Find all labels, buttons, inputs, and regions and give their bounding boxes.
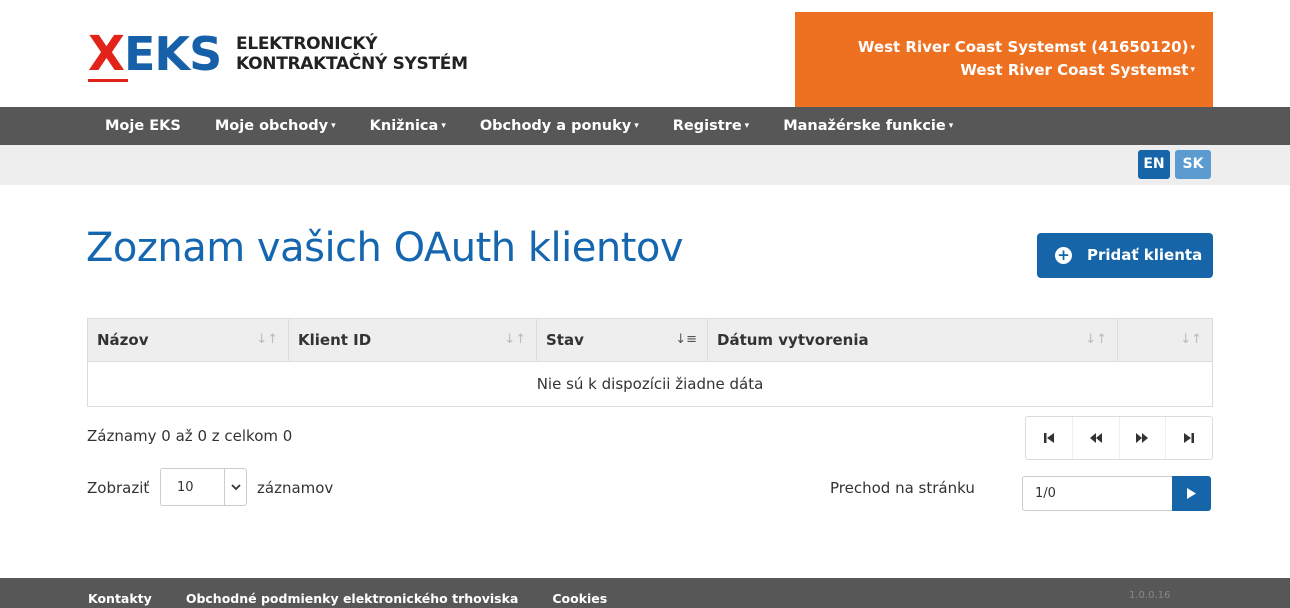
caret-down-icon: ▾ [1190, 42, 1195, 53]
nav-item-label: Moje obchody [214, 118, 329, 134]
chevron-down-icon [224, 469, 247, 505]
sort-icon: ↓↑ [504, 332, 526, 347]
column-header-1[interactable]: Názov ↓↑ [88, 319, 289, 361]
nav-item-label: Obchody a ponuky [479, 118, 632, 134]
last-page-button[interactable] [1166, 417, 1212, 459]
page-size-value: 10 [177, 480, 194, 495]
main-navbar: Moje EKS Moje obchody ▾ Knižnica ▾ Obchody a … [0, 107, 1290, 145]
nav-item-label: Knižnica [369, 118, 439, 134]
nav-item-obchody-a-ponuky[interactable]: Obchody a ponuky ▾ [463, 107, 656, 141]
column-header-2[interactable]: Klient ID ↓↑ [289, 319, 537, 361]
plus-circle-icon: + [1055, 247, 1072, 264]
sort-icon: ↓↑ [1180, 332, 1202, 347]
logo-eks-letters: EKS [124, 27, 222, 81]
next-page-icon [1136, 433, 1149, 443]
logo-line-2: KONTRAKTAČNÝ SYSTÉM [236, 54, 468, 74]
nav-item-registre[interactable]: Registre ▾ [656, 107, 766, 141]
organization-menu[interactable]: West River Coast Systemst (41650120) ▾ [795, 36, 1195, 59]
nav-item-moje-obchody[interactable]: Moje obchody ▾ [198, 107, 353, 141]
page-size-suffix: záznamov [257, 479, 334, 497]
nav-item-manažérske-funkcie[interactable]: Manažérske funkcie ▾ [766, 107, 970, 141]
clients-table: Názov ↓↑ Klient ID ↓↑ Stav ↓≡ Dátum vytvorenia… [87, 318, 1213, 407]
page-size-select[interactable]: 10 [160, 468, 247, 506]
column-header-5[interactable]: ↓↑ [1118, 319, 1212, 361]
eks-logo[interactable]: X EKS ELEKTRONICKÝ KONTRAKTAČNÝ SYSTÉM [88, 26, 468, 82]
nav-item-label: Registre [672, 118, 742, 134]
add-client-label: Pridať klienta [1087, 246, 1203, 264]
column-header-3[interactable]: Stav ↓≡ [537, 319, 708, 361]
organization-label: West River Coast Systemst (41650120) [857, 38, 1189, 56]
language-en-button[interactable]: EN [1138, 150, 1170, 179]
column-header-label: Názov [97, 331, 149, 349]
caret-down-icon: ▾ [744, 121, 750, 131]
footer-link-2[interactable]: Obchodné podmienky elektronického trhovi… [186, 578, 519, 608]
app-version: 1.0.0.16 [1129, 590, 1171, 601]
account-panel: West River Coast Systemst (41650120) ▾ We… [795, 12, 1213, 107]
add-client-button[interactable]: + Pridať klienta [1037, 233, 1213, 278]
footer: Kontakty Obchodné podmienky elektronickéh… [0, 578, 1290, 608]
records-info: Záznamy 0 až 0 z celkom 0 [87, 427, 293, 445]
logo-x-letter: X [88, 26, 125, 82]
user-menu[interactable]: West River Coast Systemst ▾ [795, 59, 1195, 82]
nav-item-knižnica[interactable]: Knižnica ▾ [353, 107, 463, 141]
sort-icon: ↓↑ [1085, 332, 1107, 347]
table-empty-row: Nie sú k dispozícii žiadne dáta [88, 362, 1212, 406]
caret-down-icon: ▾ [1190, 65, 1195, 75]
logo-red-underline [88, 79, 128, 82]
language-bar: EN SK [0, 145, 1290, 185]
table-header: Názov ↓↑ Klient ID ↓↑ Stav ↓≡ Dátum vytvorenia… [88, 319, 1212, 362]
user-label: West River Coast Systemst [960, 60, 1189, 79]
previous-page-button[interactable] [1073, 417, 1120, 459]
goto-page-button[interactable] [1172, 476, 1211, 511]
nav-item-moje-eks[interactable]: Moje EKS [88, 107, 198, 141]
sort-descending-icon: ↓≡ [675, 332, 697, 347]
logo-line-1: ELEKTRONICKÝ [236, 34, 378, 54]
footer-link-1[interactable]: Kontakty [88, 578, 152, 608]
first-page-icon [1043, 433, 1054, 443]
last-page-icon [1184, 433, 1195, 443]
caret-down-icon: ▾ [634, 121, 639, 131]
first-page-button[interactable] [1026, 417, 1073, 459]
page-size-label: Zobraziť [87, 479, 150, 497]
nav-items: Moje EKS Moje obchody ▾ Knižnica ▾ Obchody a … [88, 107, 970, 145]
column-header-label: Dátum vytvorenia [717, 331, 869, 349]
header: X EKS ELEKTRONICKÝ KONTRAKTAČNÝ SYSTÉM W… [0, 0, 1290, 107]
eks-logo-mark: X EKS [88, 26, 230, 82]
footer-link-3[interactable]: Cookies [552, 578, 607, 608]
next-page-button[interactable] [1120, 417, 1167, 459]
goto-page-input[interactable] [1022, 476, 1172, 511]
language-sk-button[interactable]: SK [1175, 150, 1211, 179]
logo-text: ELEKTRONICKÝ KONTRAKTAČNÝ SYSTÉM [236, 34, 468, 74]
play-icon [1187, 488, 1196, 499]
caret-down-icon: ▾ [948, 121, 954, 131]
page-title: Zoznam vašich OAuth klientov [86, 225, 684, 271]
caret-down-icon: ▾ [441, 121, 446, 131]
column-header-4[interactable]: Dátum vytvorenia ↓↑ [708, 319, 1118, 361]
column-header-label: Klient ID [298, 331, 372, 349]
pagination [1025, 416, 1213, 460]
column-header-label: Stav [546, 331, 584, 349]
previous-page-icon [1089, 433, 1102, 443]
footer-links: Kontakty Obchodné podmienky elektronickéh… [88, 578, 641, 608]
nav-item-label: Manažérske funkcie [783, 118, 946, 134]
sort-icon: ↓↑ [256, 332, 278, 347]
caret-down-icon: ▾ [331, 121, 336, 131]
nav-item-label: Moje EKS [105, 118, 181, 134]
goto-page-label: Prechod na stránku [830, 479, 975, 497]
